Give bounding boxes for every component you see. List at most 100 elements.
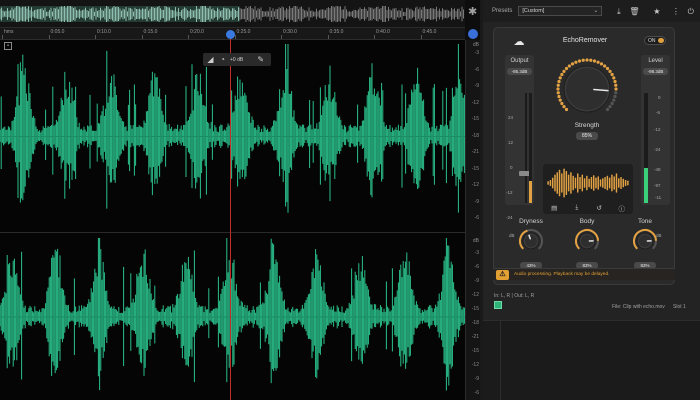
presets-label: Presets <box>492 8 513 14</box>
visualizer-bar <box>588 178 590 188</box>
knob-ring-dot <box>574 60 578 64</box>
visualizer-bar <box>622 178 625 188</box>
visualizer-bar <box>581 174 584 192</box>
visualizer-toolbar: ▤ ⤓ ↺ ⓘ <box>543 202 633 214</box>
knob-ring-dot <box>560 72 564 77</box>
waveform-editor[interactable]: ✱ hms 0:05.0 0:10.0 0:15.0 0:20.0 0:25.0 0:30.… <box>0 0 480 400</box>
lower-panel <box>483 320 700 400</box>
db-tick-label: -3 <box>474 50 479 56</box>
ruler-tick-label: 0:20.0 <box>190 29 204 35</box>
overview-strip[interactable] <box>0 0 465 28</box>
db-tick-label: -6 <box>474 390 479 396</box>
zoom-icon[interactable]: ✱ <box>468 7 479 18</box>
knob-ring-dot <box>613 94 617 99</box>
menu-icon[interactable]: ⋮ <box>671 7 680 16</box>
visualizer-bar <box>604 177 606 189</box>
spectral-toggle-button[interactable]: ▪ <box>4 42 12 50</box>
knob-ring-dot <box>610 72 614 77</box>
level-meter <box>644 93 648 203</box>
ruler-tick <box>281 35 282 39</box>
visualizer-bar <box>577 173 579 193</box>
visualizer-bar <box>567 174 570 192</box>
channel-right[interactable] <box>0 234 465 400</box>
ruler-tick <box>327 35 329 39</box>
save-icon[interactable]: ▤ <box>550 204 559 212</box>
output-value[interactable]: -85.3dB <box>507 68 532 75</box>
ruler-tick-label: 0:10.0 <box>97 29 111 35</box>
download-icon[interactable]: ⤓ <box>572 204 581 212</box>
dryness-label: Dryness <box>519 218 543 225</box>
ruler-tick <box>2 35 3 39</box>
strength-value[interactable]: 85% <box>576 132 598 140</box>
db-tick-label: -6 <box>474 215 479 221</box>
playhead[interactable] <box>230 32 231 400</box>
visualizer-bar <box>554 174 556 192</box>
knob-ring-dot <box>614 87 618 91</box>
tone-label: Tone <box>637 218 653 225</box>
level-icon: ◢ <box>207 55 214 64</box>
power-toggle-label: ON <box>648 38 656 44</box>
knob-ring-dot <box>564 66 569 71</box>
visualizer-bar <box>556 172 558 194</box>
presets-dropdown[interactable]: [Custom] ⌄ <box>518 6 603 16</box>
output-scale-24: 24 <box>508 115 514 120</box>
visualizer-bar <box>547 181 549 185</box>
plugin-logo-icon: ☁ <box>513 36 525 48</box>
db-unit-label: dB <box>472 238 479 244</box>
knob-ring-dot <box>577 59 582 63</box>
db-tick-label: -21 <box>471 149 479 155</box>
visualizer-bar <box>606 175 609 191</box>
channel-indicator[interactable] <box>494 301 502 309</box>
power-toggle[interactable]: ON <box>644 36 666 45</box>
delete-preset-icon[interactable]: 🗑 <box>629 7 639 16</box>
visualizer-bar <box>599 179 602 187</box>
ruler-tick <box>188 35 189 39</box>
output-meter-fill <box>529 181 532 203</box>
level-scale-48: -48 <box>654 167 661 172</box>
ruler-toggle-button[interactable] <box>468 29 478 39</box>
waveform-area[interactable] <box>0 40 465 400</box>
hud-gain-control[interactable]: ◢ ◔ +0 dB ✎ <box>203 53 271 66</box>
undo-icon[interactable]: ↺ <box>595 204 604 212</box>
pin-icon[interactable]: ✎ <box>256 55 265 64</box>
visualizer-bar <box>570 172 572 194</box>
output-scale-neg12: -12 <box>506 190 513 195</box>
knob-face <box>525 235 537 247</box>
ruler-tick-label: 0:40.0 <box>376 29 390 35</box>
level-value[interactable]: -98.3dB <box>643 68 668 75</box>
visualizer-bar <box>561 173 563 193</box>
power-icon[interactable]: ⏻ <box>686 7 695 16</box>
body-label: Body <box>579 218 595 225</box>
db-scale: dB -3 -6 -9 -12 -15 -18 -21 -15 -12 -9 -6 dB -3 -6 -9 -1… <box>465 40 480 400</box>
knob-ring-dot <box>614 91 618 95</box>
visualizer-bar <box>558 169 561 197</box>
visualizer-bar <box>574 177 577 189</box>
level-scale-0: 0 <box>658 95 661 100</box>
strength-knob[interactable] <box>556 58 618 120</box>
visualizer-bar <box>618 178 620 188</box>
ruler-tick-label: 0:05.0 <box>50 29 65 35</box>
playhead-handle[interactable] <box>226 30 235 39</box>
knob-ring-dot <box>564 107 569 112</box>
visualizer-bar <box>565 171 568 195</box>
db-tick-label: -21 <box>471 334 479 340</box>
knob-face <box>566 68 608 110</box>
ruler-tick <box>141 35 143 39</box>
knob-ring-dot <box>567 64 571 68</box>
ruler-tick-label: hms <box>4 29 14 35</box>
output-meter <box>529 93 532 203</box>
save-preset-icon[interactable]: ⤓ <box>614 7 623 16</box>
toggle-dot <box>658 38 664 43</box>
favorite-star-icon[interactable]: ★ <box>652 7 661 16</box>
knob-ring-dot <box>608 105 612 109</box>
ruler-tick-label: 0:35.0 <box>329 29 344 35</box>
dryness-knob-graphic <box>519 229 543 250</box>
volume-knob-icon[interactable]: ◔ <box>218 55 227 64</box>
knob-ring-dot <box>556 83 560 87</box>
visualizer-bar <box>620 177 622 189</box>
help-icon[interactable]: ⓘ <box>617 203 626 213</box>
visualizer-bar <box>595 177 597 189</box>
channel-left[interactable] <box>0 40 465 233</box>
output-fader-track[interactable] <box>525 93 527 203</box>
knob-ring-dot <box>560 101 564 106</box>
